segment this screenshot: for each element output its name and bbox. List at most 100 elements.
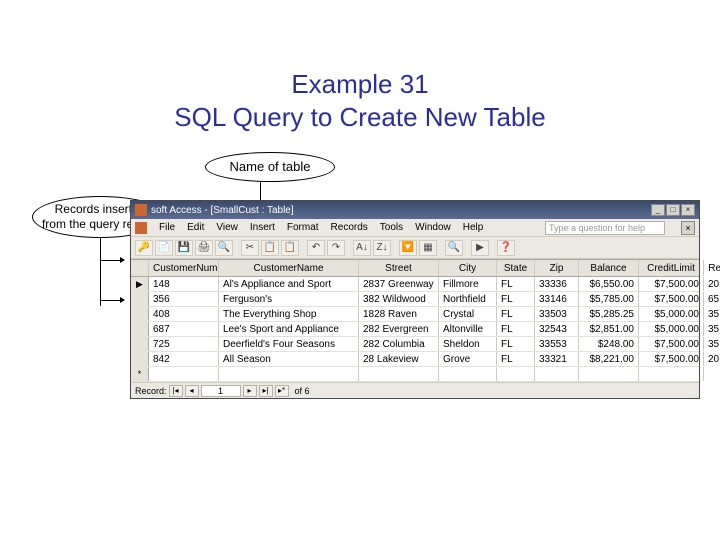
col-city[interactable]: City xyxy=(439,260,497,276)
cell-state[interactable]: FL xyxy=(497,352,535,366)
nav-prev-button[interactable]: ◂ xyxy=(185,385,199,397)
nav-first-button[interactable]: |◂ xyxy=(169,385,183,397)
print-preview-button[interactable]: 🔍 xyxy=(215,240,233,256)
find-button[interactable]: 🔍 xyxy=(445,240,463,256)
cell-repnum[interactable]: 20 xyxy=(704,277,720,291)
cell-customername[interactable]: Lee's Sport and Appliance xyxy=(219,322,359,336)
close-doc-button[interactable]: × xyxy=(681,221,695,235)
cell-customernum[interactable]: 408 xyxy=(149,307,219,321)
cell-customername[interactable]: All Season xyxy=(219,352,359,366)
row-selector[interactable] xyxy=(131,322,149,336)
cell-customernum[interactable]: 687 xyxy=(149,322,219,336)
cell-balance[interactable]: $2,851.00 xyxy=(579,322,639,336)
cell-street[interactable]: 282 Columbia xyxy=(359,337,439,351)
cell-state[interactable]: FL xyxy=(497,307,535,321)
filter-form-button[interactable]: ▦ xyxy=(419,240,437,256)
cell-city[interactable]: Fillmore xyxy=(439,277,497,291)
cell-street[interactable]: 382 Wildwood xyxy=(359,292,439,306)
col-customernum[interactable]: CustomerNum xyxy=(149,260,219,276)
cell-zip[interactable]: 33553 xyxy=(535,337,579,351)
cell-repnum[interactable]: 65 xyxy=(704,292,720,306)
cell-repnum[interactable]: 20 xyxy=(704,352,720,366)
datasheet-grid[interactable]: CustomerNum CustomerName Street City Sta… xyxy=(131,259,699,382)
cell-repnum[interactable]: 35 xyxy=(704,337,720,351)
cell-repnum[interactable]: 35 xyxy=(704,307,720,321)
cell-zip[interactable]: 33503 xyxy=(535,307,579,321)
cell-customername[interactable]: Deerfield's Four Seasons xyxy=(219,337,359,351)
cell-balance[interactable]: $248.00 xyxy=(579,337,639,351)
menu-insert[interactable]: Insert xyxy=(250,222,275,233)
row-selector[interactable] xyxy=(131,352,149,366)
save-button[interactable]: 💾 xyxy=(175,240,193,256)
new-button[interactable]: 📄 xyxy=(155,240,173,256)
cell-creditlimit[interactable]: $7,500.00 xyxy=(639,352,704,366)
doc-icon[interactable] xyxy=(135,222,147,234)
menu-format[interactable]: Format xyxy=(287,222,319,233)
cell-creditlimit[interactable]: $5,000.00 xyxy=(639,307,704,321)
redo-button[interactable]: ↷ xyxy=(327,240,345,256)
menu-edit[interactable]: Edit xyxy=(187,222,204,233)
cell-repnum[interactable]: 35 xyxy=(704,322,720,336)
cell-customername[interactable]: Ferguson's xyxy=(219,292,359,306)
cell-customernum[interactable]: 356 xyxy=(149,292,219,306)
filter-button[interactable]: 🔽 xyxy=(399,240,417,256)
table-row[interactable]: 842All Season28 LakeviewGroveFL33321$8,2… xyxy=(131,352,699,367)
col-state[interactable]: State xyxy=(497,260,535,276)
table-row[interactable]: 356Ferguson's382 WildwoodNorthfieldFL331… xyxy=(131,292,699,307)
row-selector[interactable]: ▶ xyxy=(131,277,149,291)
cell-city[interactable]: Sheldon xyxy=(439,337,497,351)
cell-creditlimit[interactable]: $5,000.00 xyxy=(639,322,704,336)
print-button[interactable]: 🖨 xyxy=(195,240,213,256)
help-search-input[interactable]: Type a question for help xyxy=(545,221,665,235)
menu-records[interactable]: Records xyxy=(331,222,368,233)
row-selector[interactable] xyxy=(131,307,149,321)
cell-balance[interactable]: $6,550.00 xyxy=(579,277,639,291)
cell-city[interactable]: Northfield xyxy=(439,292,497,306)
row-selector[interactable] xyxy=(131,337,149,351)
cell-city[interactable]: Altonville xyxy=(439,322,497,336)
cell-state[interactable]: FL xyxy=(497,322,535,336)
menu-view[interactable]: View xyxy=(216,222,238,233)
table-row[interactable]: ▶148Al's Appliance and Sport2837 Greenwa… xyxy=(131,277,699,292)
cell-city[interactable]: Grove xyxy=(439,352,497,366)
cut-button[interactable]: ✂ xyxy=(241,240,259,256)
maximize-button[interactable]: □ xyxy=(666,204,680,216)
table-row[interactable]: 725Deerfield's Four Seasons282 ColumbiaS… xyxy=(131,337,699,352)
undo-button[interactable]: ↶ xyxy=(307,240,325,256)
col-street[interactable]: Street xyxy=(359,260,439,276)
cell-customernum[interactable]: 725 xyxy=(149,337,219,351)
cell-zip[interactable]: 32543 xyxy=(535,322,579,336)
design-view-button[interactable]: 🔑 xyxy=(135,240,153,256)
new-record-row[interactable]: * xyxy=(131,367,699,382)
col-balance[interactable]: Balance xyxy=(579,260,639,276)
help-button[interactable]: ❓ xyxy=(497,240,515,256)
new-record-marker[interactable]: * xyxy=(131,367,149,381)
col-zip[interactable]: Zip xyxy=(535,260,579,276)
nav-record-input[interactable]: 1 xyxy=(201,385,241,397)
menu-help[interactable]: Help xyxy=(463,222,484,233)
cell-customername[interactable]: The Everything Shop xyxy=(219,307,359,321)
cell-street[interactable]: 282 Evergreen xyxy=(359,322,439,336)
nav-new-button[interactable]: ▸* xyxy=(275,385,289,397)
cell-street[interactable]: 28 Lakeview xyxy=(359,352,439,366)
cell-street[interactable]: 2837 Greenway xyxy=(359,277,439,291)
cell-balance[interactable]: $5,785.00 xyxy=(579,292,639,306)
paste-button[interactable]: 📋 xyxy=(281,240,299,256)
col-creditlimit[interactable]: CreditLimit xyxy=(639,260,704,276)
menu-tools[interactable]: Tools xyxy=(380,222,403,233)
col-customername[interactable]: CustomerName xyxy=(219,260,359,276)
nav-next-button[interactable]: ▸ xyxy=(243,385,257,397)
cell-customernum[interactable]: 842 xyxy=(149,352,219,366)
cell-zip[interactable]: 33321 xyxy=(535,352,579,366)
table-row[interactable]: 687Lee's Sport and Appliance282 Evergree… xyxy=(131,322,699,337)
cell-city[interactable]: Crystal xyxy=(439,307,497,321)
menu-file[interactable]: File xyxy=(159,222,175,233)
goto-button[interactable]: ▶ xyxy=(471,240,489,256)
cell-zip[interactable]: 33336 xyxy=(535,277,579,291)
nav-last-button[interactable]: ▸| xyxy=(259,385,273,397)
cell-state[interactable]: FL xyxy=(497,277,535,291)
table-row[interactable]: 408The Everything Shop1828 RavenCrystalF… xyxy=(131,307,699,322)
cell-customernum[interactable]: 148 xyxy=(149,277,219,291)
close-button[interactable]: × xyxy=(681,204,695,216)
cell-creditlimit[interactable]: $7,500.00 xyxy=(639,337,704,351)
